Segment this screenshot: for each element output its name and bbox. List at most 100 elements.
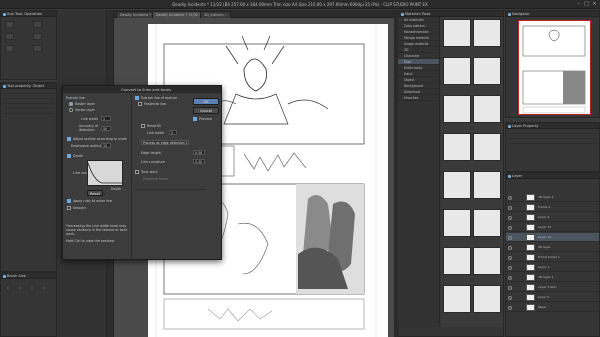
depth-curve-graph[interactable] — [87, 160, 123, 186]
line-width2-input[interactable]: 5 — [169, 130, 177, 135]
sub-tool-slot[interactable] — [33, 33, 42, 40]
eye-icon[interactable] — [508, 295, 512, 300]
layer-thumbnail — [526, 284, 535, 291]
panel-icon — [2, 12, 6, 16]
layer-row-selected[interactable]: Layer 14 — [506, 233, 599, 242]
cancel-button[interactable]: Cancel — [193, 107, 219, 114]
tab-document-active[interactable]: Deadly Incidents * 11/32 * — [152, 11, 205, 18]
sub-tool-slot[interactable] — [5, 45, 14, 52]
sub-tool-slot[interactable] — [5, 33, 14, 40]
line-width-input[interactable]: 1 — [101, 116, 111, 121]
reset-fill-label: Reset fill — [147, 123, 162, 128]
layer-panel: Layer 3D layer 2 Frame 1 Layer 9 Layer 1… — [505, 172, 600, 337]
layer-row[interactable]: 3D layer 1 — [506, 273, 599, 282]
eye-icon[interactable] — [508, 275, 512, 280]
layer-thumbnail — [526, 224, 535, 231]
ok-button[interactable]: OK — [193, 98, 219, 105]
material-thumbnail[interactable] — [443, 209, 471, 237]
preview-checkbox[interactable] — [193, 117, 197, 121]
material-thumbnail[interactable] — [473, 247, 501, 275]
layer-row[interactable]: Layer 13 — [506, 223, 599, 232]
depth-checkbox[interactable] — [67, 154, 71, 158]
line-curvature-input[interactable]: 0.30 — [193, 159, 205, 164]
extract-texture-checkbox[interactable] — [135, 96, 139, 100]
material-thumbnail[interactable] — [473, 285, 501, 313]
edge-length-input[interactable]: 0.30 — [193, 150, 205, 155]
layer-name: Layer 5 — [538, 295, 550, 299]
adjust-outline-checkbox[interactable] — [67, 137, 71, 141]
eye-icon[interactable] — [508, 255, 512, 260]
material-thumbnail[interactable] — [443, 171, 471, 199]
navigator-panel: Navigator — [505, 10, 600, 118]
brush-size-dot[interactable] — [5, 285, 11, 291]
panel-icon — [507, 12, 511, 16]
material-thumbnail[interactable] — [443, 19, 471, 47]
eye-icon[interactable] — [508, 195, 512, 200]
accuracy-input[interactable]: 50 — [101, 126, 111, 131]
property-row[interactable] — [3, 109, 54, 114]
material-thumbnail[interactable] — [443, 133, 471, 161]
layer-row[interactable]: 3D layer 2 — [506, 193, 599, 202]
tone-settings-disabled — [135, 189, 205, 229]
reset-button[interactable]: Reset — [87, 190, 103, 196]
material-thumbnail[interactable] — [473, 133, 501, 161]
process-edge-select[interactable]: Process as edge detection 1 — [141, 140, 189, 145]
sub-tool-slot[interactable] — [33, 45, 42, 52]
brush-size-dot[interactable] — [17, 285, 23, 291]
document-tabs: Deadly Incidents * Deadly Incidents * 11… — [114, 10, 394, 18]
eye-icon[interactable] — [508, 305, 512, 310]
layer-row[interactable]: Layer 1 — [506, 263, 599, 272]
apply-ruby-checkbox[interactable] — [67, 199, 71, 203]
layer-row[interactable]: 3D layer — [506, 243, 599, 252]
vector-layer-radio[interactable] — [69, 108, 73, 112]
tab-3d[interactable]: 3D_instrum... — [200, 11, 231, 18]
layer-row[interactable]: Paper — [506, 303, 599, 312]
reset-fill-checkbox[interactable] — [141, 124, 145, 128]
tab-document[interactable]: Deadly Incidents * — [116, 11, 156, 18]
material-thumbnail[interactable] — [473, 19, 501, 47]
layer-row[interactable]: Layer 5 — [506, 293, 599, 302]
navigator-preview[interactable] — [518, 20, 591, 115]
eye-icon[interactable] — [508, 215, 512, 220]
material-thumbnail[interactable] — [443, 247, 471, 275]
panel-icon — [507, 174, 511, 178]
layer-header: Layer — [506, 173, 599, 179]
layer-name: Paper — [538, 305, 547, 309]
brush-size-header: Brush Size — [1, 273, 56, 279]
eye-icon[interactable] — [508, 235, 512, 240]
layer-row[interactable]: Frame 1 — [506, 203, 599, 212]
sub-tool-slot[interactable] — [5, 21, 14, 28]
material-thumbnail[interactable] — [443, 57, 471, 85]
material-thumbnail[interactable] — [443, 285, 471, 313]
posterize-line-checkbox[interactable] — [138, 102, 142, 106]
material-thumbnail[interactable] — [473, 95, 501, 123]
tree-item[interactable]: Favorites — [398, 95, 439, 101]
sub-tool-header: Sub Tool: Operation — [1, 11, 56, 17]
eye-icon[interactable] — [508, 285, 512, 290]
emphasize-input[interactable]: 10 — [101, 143, 111, 148]
maximize-icon[interactable]: □ — [583, 1, 590, 7]
tone-work-checkbox[interactable] — [135, 170, 139, 174]
layer-row[interactable]: Layer 3 Skin — [506, 283, 599, 292]
material-thumbnail[interactable] — [473, 209, 501, 237]
eye-icon[interactable] — [508, 265, 512, 270]
line-width2-label: Line width — [147, 131, 165, 135]
material-thumbnail[interactable] — [443, 95, 471, 123]
raster-layer-radio[interactable] — [69, 102, 73, 106]
sub-tool-slot[interactable] — [33, 21, 42, 28]
property-row[interactable] — [508, 139, 597, 144]
material-thumbnail[interactable] — [473, 171, 501, 199]
posterize-line-label: Posterize line — [144, 101, 166, 106]
minimize-icon[interactable]: – — [575, 1, 582, 7]
eye-icon[interactable] — [508, 205, 512, 210]
eye-icon[interactable] — [508, 245, 512, 250]
panel-icon — [507, 124, 511, 128]
layer-row[interactable]: Layer 9 — [506, 213, 599, 222]
brush-size-dot[interactable] — [41, 285, 47, 291]
layer-row[interactable]: Frame folder 1 — [506, 253, 599, 262]
brush-size-dot[interactable] — [29, 285, 35, 291]
eye-icon[interactable] — [508, 225, 512, 230]
material-thumbnail[interactable] — [473, 57, 501, 85]
smooth-checkbox[interactable] — [67, 206, 71, 210]
close-icon[interactable]: × — [591, 1, 598, 7]
